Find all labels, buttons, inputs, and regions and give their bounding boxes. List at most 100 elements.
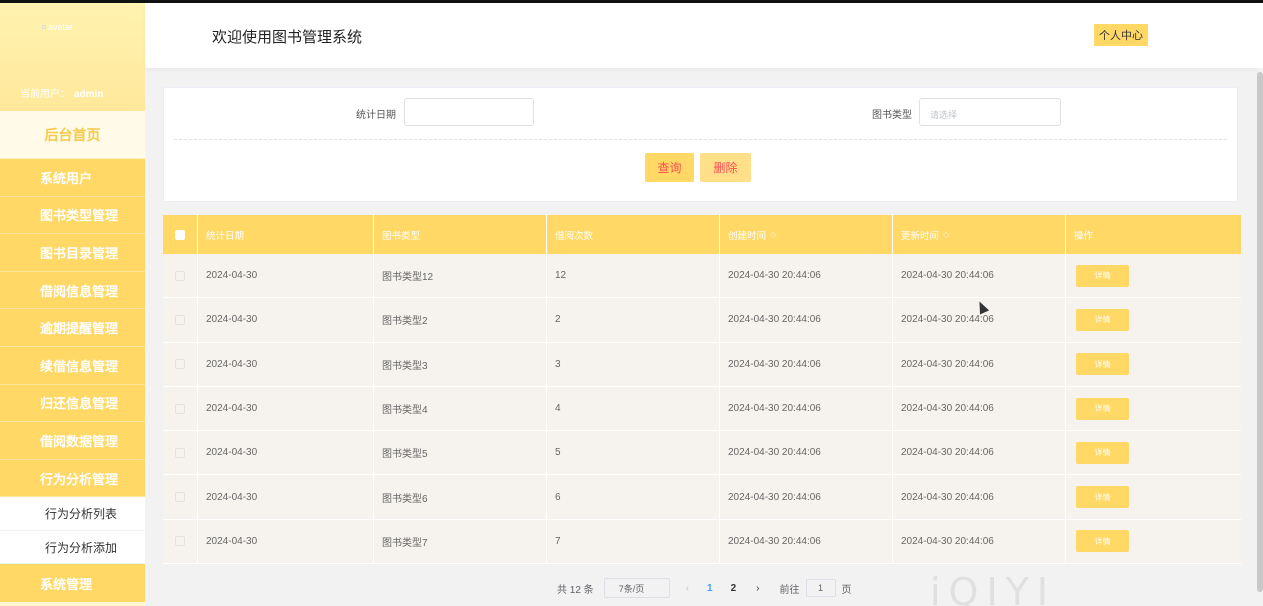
sidebar-header: avatar 当前用户： admin	[0, 3, 145, 111]
current-user: 当前用户： admin	[20, 85, 103, 100]
detail-button[interactable]: 详情	[1076, 308, 1129, 331]
search-divider	[174, 139, 1227, 140]
top-header: 欢迎使用图书管理系统 个人中心	[145, 3, 1263, 68]
cell-count: 3	[547, 342, 720, 386]
cell-type: 图书类型3	[374, 342, 547, 386]
cell-count: 7	[547, 519, 720, 564]
sidebar-item-home[interactable]: 后台首页	[0, 111, 145, 159]
page-scrollbar[interactable]	[1257, 68, 1263, 606]
cell-updated: 2024-04-30 20:44:06	[893, 519, 1066, 564]
cell-updated: 2024-04-30 20:44:06	[893, 254, 1066, 298]
detail-button[interactable]: 详情	[1076, 486, 1129, 509]
query-button[interactable]: 查询	[645, 153, 694, 182]
sort-icon[interactable]: ◇	[770, 230, 776, 239]
cell-type: 图书类型4	[374, 386, 547, 431]
cell-created: 2024-04-30 20:44:06	[720, 475, 893, 519]
column-header-date: 统计日期	[198, 215, 374, 254]
cell-date: 2024-04-30	[198, 475, 374, 519]
cell-created: 2024-04-30 20:44:06	[720, 342, 893, 386]
row-checkbox[interactable]	[175, 403, 185, 414]
column-header-created-label: 创建时间	[728, 230, 767, 242]
cell-updated: 2024-04-30 20:44:06	[893, 475, 1066, 519]
cell-count: 6	[547, 475, 720, 519]
sidebar-item-behavior-analysis[interactable]: 行为分析管理	[0, 459, 145, 498]
row-select-cell	[163, 386, 198, 431]
column-header-updated[interactable]: 更新时间 ◇	[893, 215, 1066, 254]
table-row: 2024-04-30 图书类型5 5 2024-04-30 20:44:06 2024-…	[163, 431, 1241, 476]
cell-actions: 详情	[1066, 520, 1241, 563]
avatar: avatar	[42, 22, 73, 32]
sidebar-item-system-management[interactable]: 系统管理	[0, 564, 145, 602]
page-2-button[interactable]: 2	[731, 583, 737, 594]
cell-actions: 详情	[1066, 475, 1241, 518]
page-1-button[interactable]: 1	[707, 583, 713, 594]
select-all-checkbox[interactable]	[175, 229, 185, 240]
detail-button[interactable]: 详情	[1076, 441, 1129, 464]
type-filter-label: 图书类型	[872, 110, 912, 121]
row-select-cell	[163, 298, 198, 342]
detail-button[interactable]: 详情	[1076, 530, 1129, 553]
current-user-label: 当前用户：	[20, 89, 70, 100]
sidebar-subitem-behavior-list[interactable]: 行为分析列表	[0, 497, 145, 531]
delete-button[interactable]: 删除	[700, 153, 751, 182]
cell-count: 2	[547, 298, 720, 342]
cell-type: 图书类型12	[374, 254, 547, 298]
cell-type: 图书类型7	[374, 519, 547, 564]
row-checkbox[interactable]	[175, 314, 185, 325]
cell-count: 5	[547, 431, 720, 475]
sort-icon[interactable]: ◇	[943, 230, 949, 239]
table-row: 2024-04-30 图书类型6 6 2024-04-30 20:44:06 2024-…	[163, 475, 1241, 520]
cell-date: 2024-04-30	[198, 431, 374, 475]
cell-date: 2024-04-30	[198, 519, 374, 564]
row-checkbox[interactable]	[175, 270, 185, 281]
sidebar-item-overdue-reminders[interactable]: 逾期提醒管理	[0, 309, 145, 347]
row-checkbox[interactable]	[175, 492, 185, 503]
detail-button[interactable]: 详情	[1076, 353, 1129, 376]
sidebar-item-book-types[interactable]: 图书类型管理	[0, 196, 145, 235]
cell-count: 4	[547, 386, 720, 431]
column-header-count: 借阅次数	[547, 215, 720, 254]
table-header: 统计日期 图书类型 借阅次数 创建时间 ◇ 更新时间 ◇ 操作	[163, 215, 1241, 254]
row-select-cell	[163, 342, 198, 386]
profile-button[interactable]: 个人中心	[1094, 24, 1148, 46]
row-checkbox[interactable]	[175, 447, 185, 458]
cell-date: 2024-04-30	[198, 254, 374, 298]
cell-updated: 2024-04-30 20:44:06	[893, 431, 1066, 475]
sidebar-item-returns[interactable]: 归还信息管理	[0, 384, 145, 423]
date-filter-input[interactable]	[404, 98, 534, 126]
cell-created: 2024-04-30 20:44:06	[720, 298, 893, 342]
prev-page-icon[interactable]: ‹	[686, 583, 689, 594]
cell-count: 12	[547, 254, 720, 298]
column-header-actions: 操作	[1074, 230, 1094, 242]
cell-created: 2024-04-30 20:44:06	[720, 386, 893, 431]
cell-type: 图书类型5	[374, 431, 547, 475]
type-filter-select[interactable]: 请选择	[919, 98, 1061, 126]
table-row: 2024-04-30 图书类型12 12 2024-04-30 20:44:06 202…	[163, 254, 1241, 299]
sidebar-subitem-behavior-add[interactable]: 行为分析添加	[0, 530, 145, 565]
cell-updated: 2024-04-30 20:44:06	[893, 342, 1066, 386]
goto-unit-label: 页	[841, 584, 852, 596]
row-select-cell	[163, 431, 198, 475]
sidebar-item-renewals[interactable]: 续借信息管理	[0, 346, 145, 385]
sidebar-item-borrow-data[interactable]: 借阅数据管理	[0, 422, 145, 460]
cell-type: 图书类型2	[374, 298, 547, 342]
cell-date: 2024-04-30	[198, 386, 374, 431]
row-checkbox[interactable]	[175, 536, 185, 547]
detail-button[interactable]: 详情	[1076, 264, 1129, 287]
row-select-cell	[163, 475, 198, 519]
select-all-cell	[163, 215, 198, 254]
date-filter-label: 统计日期	[356, 110, 396, 121]
page-size-select[interactable]: 7条/页	[603, 578, 670, 598]
column-header-type: 图书类型	[374, 215, 547, 254]
detail-button[interactable]: 详情	[1076, 397, 1129, 420]
sidebar-item-system-users[interactable]: 系统用户	[0, 159, 145, 197]
sidebar-item-borrow-info[interactable]: 借阅信息管理	[0, 271, 145, 310]
sidebar: avatar 当前用户： admin 后台首页 系统用户 图书类型管理 图书目录管…	[0, 3, 145, 606]
goto-page-input[interactable]: 1	[805, 579, 836, 597]
scrollbar-thumb[interactable]	[1257, 72, 1263, 592]
next-page-icon[interactable]: ›	[756, 583, 759, 594]
sidebar-item-book-catalog[interactable]: 图书目录管理	[0, 234, 145, 272]
row-checkbox[interactable]	[175, 359, 185, 370]
column-header-created[interactable]: 创建时间 ◇	[720, 215, 893, 254]
cell-actions: 详情	[1066, 431, 1241, 474]
